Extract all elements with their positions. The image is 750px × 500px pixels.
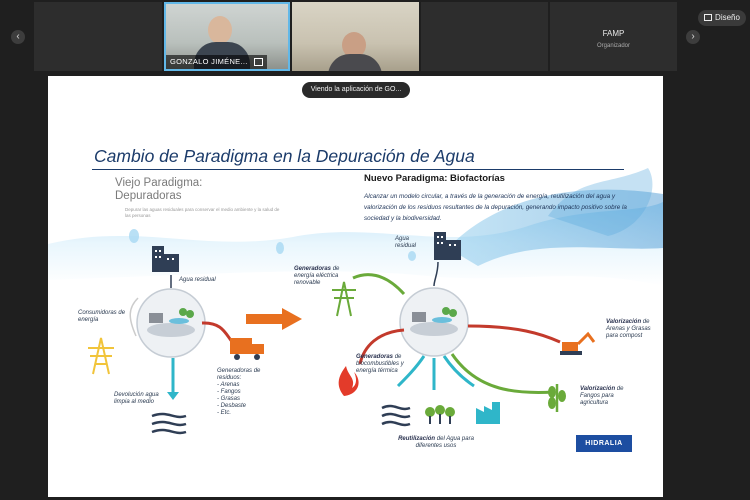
- new-paradigm-heading: Nuevo Paradigma: Biofactorías: [364, 173, 505, 184]
- treatment-plant-icon-old: [136, 288, 206, 358]
- treatment-plant-icon-new: [399, 287, 469, 357]
- shared-slide: Cambio de Paradigma en la Depuración de …: [48, 76, 663, 497]
- arrow-residuos: [201, 321, 236, 346]
- hide-icon: [704, 14, 713, 22]
- label-consumidoras: Consumidoras de energía: [78, 310, 126, 323]
- label-generadoras-residuos: Generadoras de residuos: - Arenas - Fang…: [217, 368, 277, 417]
- residuos-item: - Desbaste: [217, 403, 247, 409]
- power-tower-icon: [88, 337, 114, 375]
- slide-title: Cambio de Paradigma en la Depuración de …: [94, 146, 475, 166]
- residuos-title: Generadoras de residuos:: [217, 368, 261, 381]
- truck-icon: [230, 338, 264, 360]
- residuos-item: - Arenas: [217, 382, 240, 388]
- water-drop: [408, 251, 416, 261]
- participant-name-label: GONZALO JIMÉNE...: [166, 55, 268, 69]
- river-icon: [151, 412, 187, 435]
- label-val-fangos: Valorización de Fangos para agricultura: [580, 386, 624, 406]
- chevron-right-icon[interactable]: ›: [686, 30, 700, 44]
- excavator-icon: [560, 331, 596, 355]
- trees-icon: [425, 405, 455, 424]
- hide-participants-button[interactable]: Diseño: [698, 10, 746, 26]
- arrow-val-fangos: [450, 353, 555, 395]
- arrow-gen-electrica: [352, 273, 406, 296]
- residuos-item: - Fangos: [217, 389, 241, 395]
- big-orange-arrow: [246, 308, 302, 330]
- residuos-item: - Etc.: [217, 410, 232, 416]
- old-paradigm-heading: Viejo Paradigma: Depuradoras: [115, 177, 203, 202]
- label-devolucion: Devolución agua limpia al medio: [114, 392, 159, 405]
- person-head: [208, 16, 232, 44]
- water-drop: [129, 229, 139, 243]
- participant-tile-empty[interactable]: [421, 2, 548, 71]
- arrow-val-arenas: [467, 324, 561, 344]
- participant-video-tile-active[interactable]: GONZALO JIMÉNE...: [164, 2, 290, 71]
- viewing-app-label: Viendo la aplicación de GO...: [302, 82, 410, 98]
- title-underline: [92, 169, 624, 170]
- river-icon: [381, 404, 411, 427]
- organizer-name: FAMP: [602, 29, 625, 38]
- chevron-left-icon[interactable]: ‹: [11, 30, 25, 44]
- arrow-head: [167, 392, 179, 400]
- building-icon: [434, 232, 461, 260]
- person-body: [328, 54, 382, 71]
- label-gen-electrica: Generadoras de energía eléctrica renovab…: [294, 266, 340, 286]
- organizer-tile[interactable]: FAMP Organizador: [550, 2, 677, 71]
- label-gen-bio: Generadoras de biocombustibles y energía…: [356, 354, 404, 374]
- organizer-role: Organizador: [596, 43, 631, 49]
- water-drop: [276, 242, 284, 254]
- power-tower-icon: [332, 281, 356, 317]
- residuos-item: - Grasas: [217, 396, 241, 402]
- pin-icon[interactable]: [254, 58, 264, 67]
- arrow-reutil-right: [442, 355, 475, 388]
- label-val-arenas: Valorización de Arenas y Grasas para com…: [606, 319, 651, 339]
- factory-icon: [476, 402, 500, 424]
- label-agua-residual-right: Agua residual: [395, 236, 417, 249]
- hidralia-logo: HIDRALIA: [576, 435, 632, 452]
- participant-tile-left[interactable]: [34, 2, 162, 71]
- label-reutilizacion: Reutilización del Agua para diferentes u…: [398, 436, 474, 449]
- plant-icon: [548, 384, 566, 412]
- new-paradigm-desc: Alcanzar un modelo circular, a través de…: [364, 193, 627, 222]
- label-agua-residual-left: Agua residual: [179, 277, 216, 283]
- participant-video-tile[interactable]: [292, 2, 419, 71]
- old-paradigm-desc: Depurar las aguas residuales para conser…: [125, 207, 280, 218]
